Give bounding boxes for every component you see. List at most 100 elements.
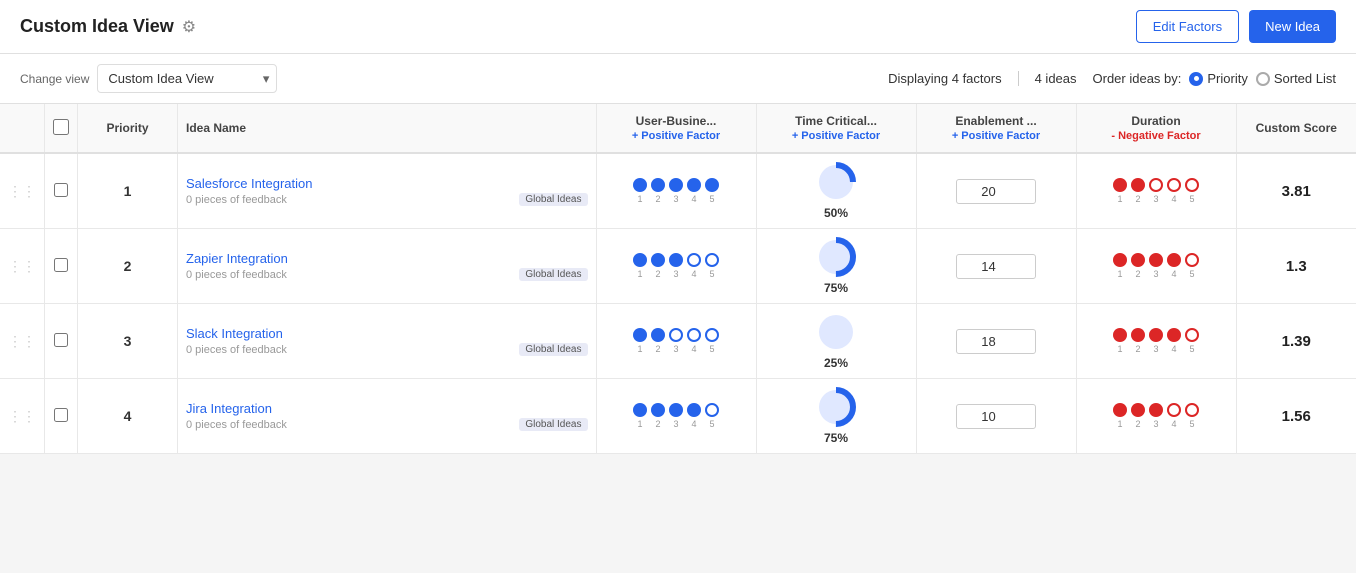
- th-check: [45, 104, 78, 153]
- red-dot-3[interactable]: [1149, 253, 1163, 267]
- red-dot-2[interactable]: [1131, 178, 1145, 192]
- blue-dot-2[interactable]: [651, 253, 665, 267]
- row-checkbox-3[interactable]: [54, 408, 68, 422]
- table-container: Priority Idea Name User-Busine... + Posi…: [0, 104, 1356, 454]
- dot-label-5: 5: [705, 419, 719, 429]
- order-sorted-list[interactable]: Sorted List: [1256, 71, 1336, 86]
- filter-bar: Change view Custom Idea ViewDefault View…: [0, 54, 1356, 104]
- dot-label-4: 4: [687, 344, 701, 354]
- th-time-critical: Time Critical... + Positive Factor: [756, 104, 916, 153]
- time-critical-cell-0: 50%: [756, 153, 916, 229]
- red-dot-2[interactable]: [1131, 253, 1145, 267]
- priority-cell-3: 4: [78, 379, 178, 454]
- red-dot-4[interactable]: [1167, 253, 1181, 267]
- row-checkbox-1[interactable]: [54, 258, 68, 272]
- red-dot-3[interactable]: [1149, 178, 1163, 192]
- blue-dot-4[interactable]: [687, 178, 701, 192]
- time-critical-cell-2: 25%: [756, 304, 916, 379]
- drag-handle-1[interactable]: ⋮⋮: [0, 229, 45, 304]
- red-dot-4[interactable]: [1167, 403, 1181, 417]
- enablement-input-3[interactable]: [956, 404, 1036, 429]
- dot-label-4: 4: [1167, 194, 1181, 204]
- factor-name-duration: Duration: [1131, 114, 1180, 128]
- red-dot-4[interactable]: [1167, 328, 1181, 342]
- enablement-cell-0: [916, 153, 1076, 229]
- time-critical-cell-3: 75%: [756, 379, 916, 454]
- blue-dot-1[interactable]: [633, 253, 647, 267]
- gear-icon[interactable]: ⚙: [182, 17, 196, 37]
- th-priority-label: Priority: [106, 121, 148, 135]
- radio-sorted-inactive: [1256, 72, 1270, 86]
- red-dot-5[interactable]: [1185, 403, 1199, 417]
- order-label: Order ideas by:: [1093, 71, 1182, 86]
- order-priority[interactable]: Priority: [1189, 71, 1247, 86]
- red-dot-2[interactable]: [1131, 328, 1145, 342]
- enablement-input-1[interactable]: [956, 254, 1036, 279]
- table-row: ⋮⋮ 2 Zapier Integration 0 pieces of feed…: [0, 229, 1356, 304]
- blue-dot-2[interactable]: [651, 403, 665, 417]
- red-dot-5[interactable]: [1185, 178, 1199, 192]
- th-enablement: Enablement ... + Positive Factor: [916, 104, 1076, 153]
- custom-score-cell-3: 1.56: [1236, 379, 1356, 454]
- time-critical-cell-1: 75%: [756, 229, 916, 304]
- edit-factors-button[interactable]: Edit Factors: [1136, 10, 1239, 43]
- blue-dot-5[interactable]: [705, 178, 719, 192]
- blue-dot-1[interactable]: [633, 328, 647, 342]
- view-select-wrapper: Custom Idea ViewDefault ViewPriority Vie…: [97, 64, 277, 93]
- drag-handle-0[interactable]: ⋮⋮: [0, 153, 45, 229]
- red-dot-3[interactable]: [1149, 328, 1163, 342]
- blue-dot-1[interactable]: [633, 403, 647, 417]
- red-dot-1[interactable]: [1113, 403, 1127, 417]
- idea-link-0[interactable]: Salesforce Integration: [186, 176, 312, 191]
- red-dot-4[interactable]: [1167, 178, 1181, 192]
- view-select[interactable]: Custom Idea ViewDefault ViewPriority Vie…: [97, 64, 277, 93]
- row-checkbox-2[interactable]: [54, 333, 68, 347]
- table-header-row: Priority Idea Name User-Busine... + Posi…: [0, 104, 1356, 153]
- drag-handle-2[interactable]: ⋮⋮: [0, 304, 45, 379]
- red-dot-5[interactable]: [1185, 328, 1199, 342]
- blue-dot-3[interactable]: [669, 403, 683, 417]
- filter-left: Change view Custom Idea ViewDefault View…: [20, 64, 277, 93]
- custom-score-cell-0: 3.81: [1236, 153, 1356, 229]
- dot-label-3: 3: [1149, 269, 1163, 279]
- user-business-cell-3: 12345: [596, 379, 756, 454]
- top-right: Edit Factors New Idea: [1136, 10, 1336, 43]
- table-row: ⋮⋮ 1 Salesforce Integration 0 pieces of …: [0, 153, 1356, 229]
- global-badge-0: Global Ideas: [519, 193, 587, 206]
- blue-dot-3[interactable]: [669, 178, 683, 192]
- red-dot-1[interactable]: [1113, 328, 1127, 342]
- red-dot-1[interactable]: [1113, 178, 1127, 192]
- blue-dot-5[interactable]: [705, 253, 719, 267]
- red-dot-2[interactable]: [1131, 403, 1145, 417]
- red-dot-3[interactable]: [1149, 403, 1163, 417]
- dot-label-2: 2: [651, 194, 665, 204]
- table-row: ⋮⋮ 3 Slack Integration 0 pieces of feedb…: [0, 304, 1356, 379]
- new-idea-button[interactable]: New Idea: [1249, 10, 1336, 43]
- blue-dot-3[interactable]: [669, 328, 683, 342]
- blue-dot-2[interactable]: [651, 328, 665, 342]
- idea-link-3[interactable]: Jira Integration: [186, 401, 272, 416]
- enablement-input-0[interactable]: [956, 179, 1036, 204]
- blue-dot-4[interactable]: [687, 328, 701, 342]
- pie-pct-0: 50%: [824, 206, 848, 220]
- blue-dot-1[interactable]: [633, 178, 647, 192]
- blue-dot-5[interactable]: [705, 403, 719, 417]
- red-dot-5[interactable]: [1185, 253, 1199, 267]
- ideas-table: Priority Idea Name User-Busine... + Posi…: [0, 104, 1356, 454]
- row-checkbox-0[interactable]: [54, 183, 68, 197]
- dot-label-4: 4: [687, 269, 701, 279]
- idea-link-1[interactable]: Zapier Integration: [186, 251, 288, 266]
- red-dot-1[interactable]: [1113, 253, 1127, 267]
- drag-handle-3[interactable]: ⋮⋮: [0, 379, 45, 454]
- blue-dot-4[interactable]: [687, 253, 701, 267]
- blue-dot-5[interactable]: [705, 328, 719, 342]
- blue-dot-2[interactable]: [651, 178, 665, 192]
- idea-link-2[interactable]: Slack Integration: [186, 326, 283, 341]
- dot-label-4: 4: [687, 419, 701, 429]
- enablement-input-2[interactable]: [956, 329, 1036, 354]
- blue-dot-3[interactable]: [669, 253, 683, 267]
- blue-dot-4[interactable]: [687, 403, 701, 417]
- table-row: ⋮⋮ 4 Jira Integration 0 pieces of feedba…: [0, 379, 1356, 454]
- select-all-checkbox[interactable]: [53, 119, 69, 135]
- feedback-text-3: 0 pieces of feedback: [186, 419, 287, 431]
